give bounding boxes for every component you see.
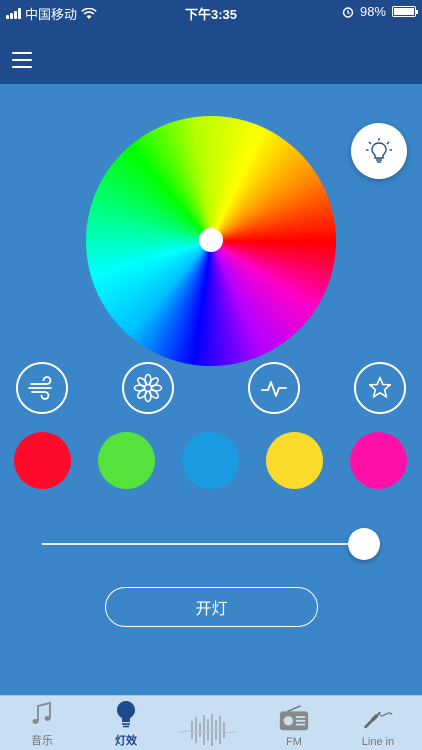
brightness-slider-thumb[interactable] <box>348 528 380 560</box>
tab-bar: 音乐 灯效 FM Line in <box>0 695 422 750</box>
wind-icon <box>28 376 52 400</box>
mode-flower-button[interactable] <box>122 362 174 414</box>
nav-bar <box>0 24 422 84</box>
battery-icon <box>392 6 418 17</box>
tab-line-in[interactable]: Line in <box>343 696 413 750</box>
menu-button[interactable] <box>12 52 34 70</box>
color-swatch-magenta[interactable] <box>350 432 407 489</box>
alarm-icon <box>342 6 354 18</box>
color-swatch-yellow[interactable] <box>266 432 323 489</box>
tab-waveform[interactable] <box>173 696 243 750</box>
color-swatch-blue[interactable] <box>182 432 239 489</box>
bulb-icon <box>366 138 392 163</box>
mode-wind-button[interactable] <box>16 362 68 414</box>
flower-icon <box>133 373 163 403</box>
tab-light-effects[interactable]: 灯效 <box>91 696 161 750</box>
tab-music[interactable]: 音乐 <box>7 696 77 750</box>
status-right: 98% <box>342 4 418 19</box>
color-swatch-green[interactable] <box>98 432 155 489</box>
battery-percent: 98% <box>359 4 386 19</box>
bulb-button[interactable] <box>351 123 407 179</box>
brightness-slider-track[interactable] <box>42 543 364 545</box>
audio-jack-icon <box>362 702 394 734</box>
battery-level <box>394 8 414 15</box>
color-wheel-picker[interactable] <box>199 228 223 252</box>
tab-label-music: 音乐 <box>31 735 53 747</box>
music-note-icon <box>26 698 58 730</box>
tab-fm[interactable]: FM <box>259 696 329 750</box>
tab-label-fm: FM <box>286 736 302 748</box>
mode-pulse-button[interactable] <box>248 362 300 414</box>
tab-label-light-effects: 灯效 <box>115 735 137 747</box>
star-icon <box>368 376 392 398</box>
color-swatch-red[interactable] <box>14 432 71 489</box>
mode-star-button[interactable] <box>354 362 406 414</box>
status-bar: 中国移动 下午3:35 98% <box>0 0 422 24</box>
pulse-icon <box>261 381 287 397</box>
tab-label-line-in: Line in <box>361 736 395 748</box>
radio-icon <box>278 702 310 734</box>
power-on-button[interactable]: 开灯 <box>105 587 318 627</box>
waveform-icon <box>178 714 238 746</box>
bulb-icon <box>110 698 142 730</box>
